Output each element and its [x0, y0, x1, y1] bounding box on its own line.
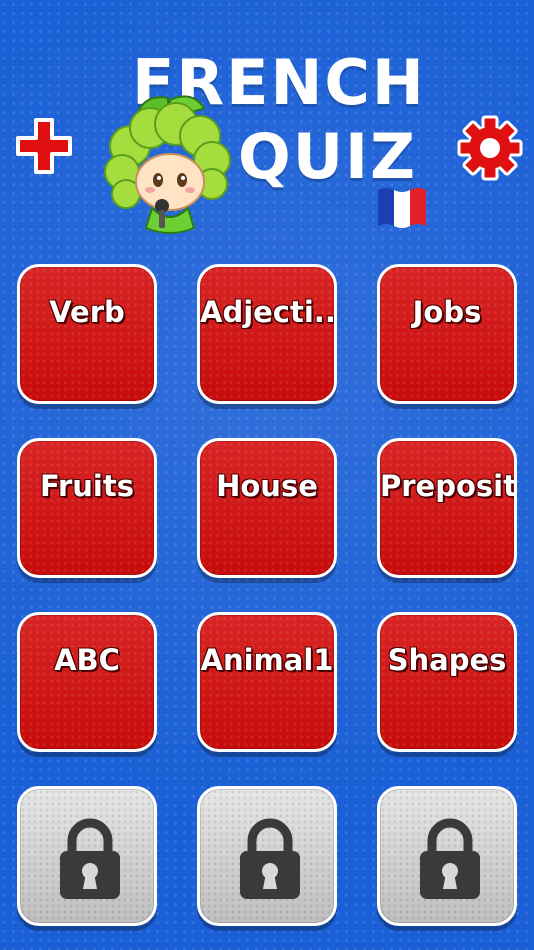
- app-title-quiz: QUIZ: [238, 120, 418, 193]
- padlock-icon: [60, 818, 120, 899]
- category-label: House: [216, 469, 318, 503]
- category-tile-shapes[interactable]: Shapes: [377, 612, 517, 752]
- padlock-icon: [420, 818, 480, 899]
- category-label: Verb: [49, 295, 125, 329]
- category-label: Preposit...: [380, 469, 514, 503]
- category-tile-fruits[interactable]: Fruits: [17, 438, 157, 578]
- broccoli-mascot-icon: [104, 95, 231, 234]
- french-flag: [372, 184, 430, 232]
- locked-tile[interactable]: [17, 786, 157, 926]
- locked-tile[interactable]: [197, 786, 337, 926]
- category-tile-house[interactable]: House: [197, 438, 337, 578]
- gear-icon: [457, 115, 523, 181]
- category-tile-jobs[interactable]: Jobs: [377, 264, 517, 404]
- padlock-icon: [240, 818, 300, 899]
- plus-icon: [16, 118, 72, 174]
- locked-tile[interactable]: [377, 786, 517, 926]
- category-label: Adjecti...: [200, 295, 334, 329]
- category-label: Jobs: [412, 295, 482, 329]
- category-tile-animal1[interactable]: Animal1: [197, 612, 337, 752]
- category-label: Shapes: [387, 643, 507, 677]
- settings-button[interactable]: [456, 114, 524, 182]
- category-tile-adjective[interactable]: Adjecti...: [197, 264, 337, 404]
- french-flag-icon: [378, 188, 426, 228]
- broccoli-mascot: [100, 90, 236, 236]
- category-tile-verb[interactable]: Verb: [17, 264, 157, 404]
- category-tile-abc[interactable]: ABC: [17, 612, 157, 752]
- category-label: ABC: [54, 643, 120, 677]
- category-label: Fruits: [40, 469, 134, 503]
- category-label: Animal1: [200, 643, 334, 677]
- add-button[interactable]: [12, 114, 76, 178]
- category-tile-preposition[interactable]: Preposit...: [377, 438, 517, 578]
